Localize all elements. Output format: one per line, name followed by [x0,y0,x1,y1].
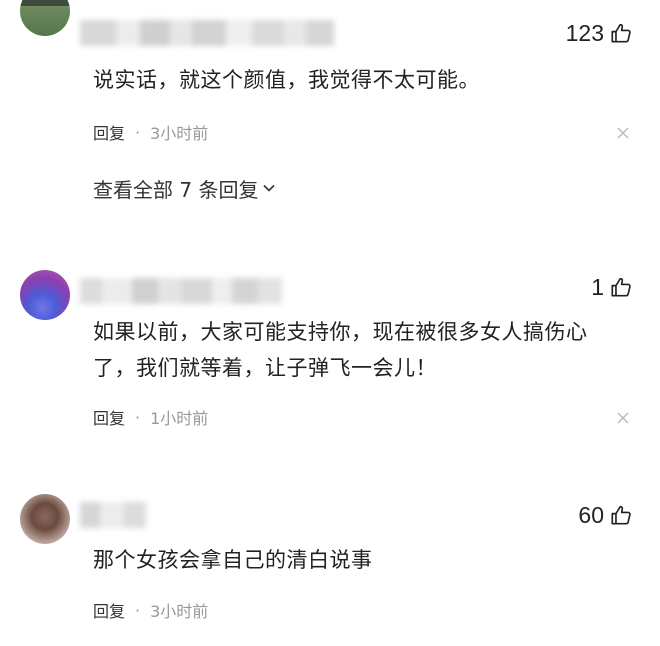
like-count-value: 60 [578,501,604,528]
comment-meta: 回复 · 1小时前 [93,405,208,429]
timestamp: 3小时前 [150,124,209,143]
thumbs-up-icon[interactable] [610,22,632,44]
comment-meta: 回复 · 3小时前 [93,598,208,622]
like-count[interactable]: 123 [566,18,632,48]
comment-text-line: 如果以前，大家可能支持你，现在被很多女人搞伤心 [93,320,588,344]
view-replies-button[interactable]: 查看全部 7 条回复 [93,173,276,203]
like-count[interactable]: 1 [591,272,632,302]
like-count-value: 1 [591,273,604,300]
timestamp: 3小时前 [150,602,209,621]
separator-dot: · [135,122,141,142]
timestamp: 1小时前 [150,409,209,428]
reply-button[interactable]: 回复 [93,120,125,144]
separator-dot: · [135,407,141,427]
avatar[interactable] [20,270,70,320]
thumbs-up-icon[interactable] [610,504,632,526]
close-icon[interactable] [616,411,630,425]
reply-button[interactable]: 回复 [93,598,125,622]
separator-dot: · [135,600,141,620]
comment-text: 那个女孩会拿自己的清白说事 [93,548,373,572]
reply-button[interactable]: 回复 [93,405,125,429]
comment-text-line: 了，我们就等着，让子弹飞一会儿！ [93,356,437,380]
like-count-value: 123 [565,19,604,46]
username-blurred[interactable] [80,278,282,304]
close-icon[interactable] [616,126,630,140]
username-blurred[interactable] [80,20,334,46]
comment-text: 说实话，就这个颜值，我觉得不太可能。 [93,68,480,92]
avatar[interactable] [20,0,70,36]
avatar[interactable] [20,494,70,544]
thumbs-up-icon[interactable] [610,276,632,298]
comment-text: 如果以前，大家可能支持你，现在被很多女人搞伤心 了，我们就等着，让子弹飞一会儿！ [93,314,588,386]
chevron-down-icon [263,184,276,192]
view-replies-label: 查看全部 7 条回复 [93,177,259,202]
comment-meta: 回复 · 3小时前 [93,120,208,144]
like-count[interactable]: 60 [578,500,632,530]
username-blurred[interactable] [80,502,146,528]
